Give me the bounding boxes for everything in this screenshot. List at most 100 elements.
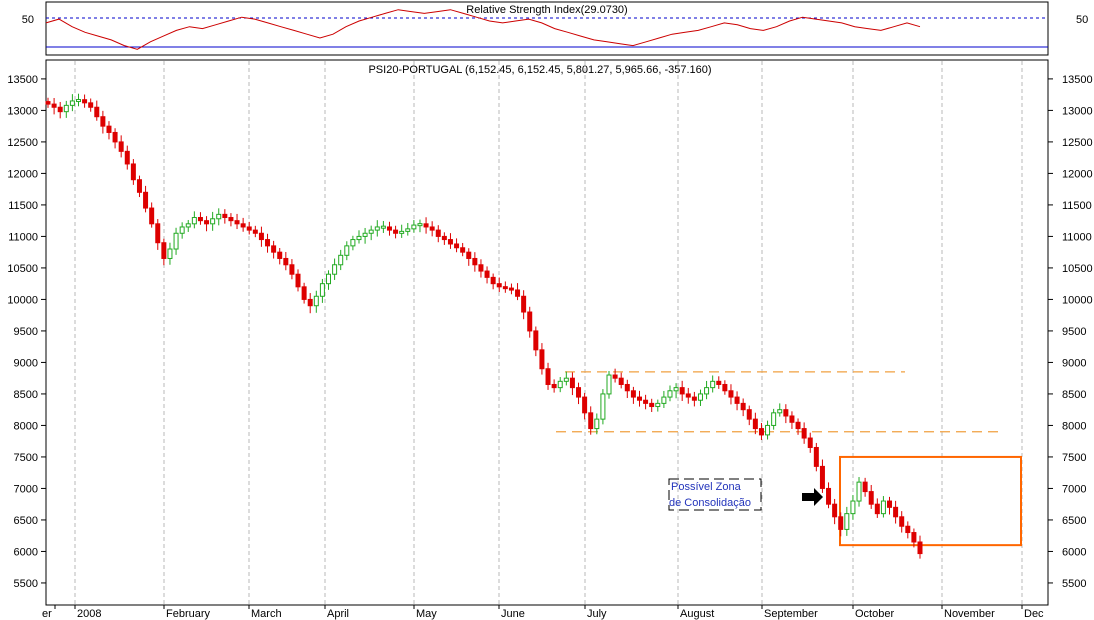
candle-body [691,396,697,401]
y-tick-label-right: 5500 [1062,578,1086,590]
y-tick-label-left: 13000 [7,105,38,117]
candle-body [600,393,606,420]
candle-body [106,125,112,133]
candle-body [167,248,173,259]
candle-body [557,380,563,389]
y-tick-label-right: 6500 [1062,515,1086,527]
candle-body [911,532,917,543]
candle-body [704,387,710,395]
candle-body [722,383,728,392]
candle-body [661,396,667,404]
candle-body [405,228,411,232]
candle-body [204,220,210,225]
candle-body [271,245,277,253]
candle-body [88,102,94,108]
candle-body [893,506,899,518]
y-tick-label-left: 10000 [7,294,38,306]
x-tick-label: Dec [1024,608,1044,620]
candle-body [813,446,819,467]
candle-body [582,396,588,414]
x-tick-label: August [680,608,714,620]
candle-body [606,374,612,395]
y-tick-label-left: 12500 [7,137,38,149]
candle-body [844,513,850,530]
candle-body [521,295,527,313]
candle-body [533,330,539,351]
candle-body [508,287,514,291]
y-tick-label-left: 11500 [8,200,38,212]
y-tick-label-left: 7000 [14,483,38,495]
y-tick-label-left: 10500 [7,263,38,275]
candle-body [380,225,386,229]
rsi-right-tick-label: 50 [1076,14,1088,26]
candle-body [832,503,838,518]
candle-body [850,500,856,515]
x-tick-label: 2008 [77,608,101,620]
rsi-title: Relative Strength Index(29.0730) [466,4,627,16]
candle-body [551,383,557,389]
candle-body [173,232,179,250]
y-tick-label-left: 11000 [8,231,38,243]
candle-body [490,276,496,285]
candle-body [826,487,832,505]
note-line-1: Possível Zona [671,481,742,493]
candle-body [234,220,240,225]
candle-body [374,226,380,231]
candle-body [246,226,252,231]
candle-body [82,99,88,104]
candle-body [740,402,746,411]
candle-body [454,243,460,249]
candle-body [386,226,392,231]
candle-body [527,311,533,332]
y-tick-label-left: 12000 [7,168,38,180]
x-tick-label: February [166,608,211,620]
candle-body [435,229,441,237]
candle-body [356,235,362,241]
candle-body [307,298,313,307]
y-tick-label-left: 13500 [7,74,38,86]
candle-body [716,380,722,385]
y-tick-label-right: 9000 [1062,357,1086,369]
candle-body [265,239,271,247]
candle-body [155,223,161,244]
candle-body [228,217,234,222]
candle-body [112,131,118,143]
candle-body [69,100,75,106]
candle-body [130,163,136,181]
candle-body [94,106,100,118]
note-line-2: de Consolidação [669,497,751,509]
candle-body [667,390,673,398]
candle-body [136,179,142,193]
y-tick-label-left: 7500 [14,452,38,464]
candle-body [515,289,521,297]
candle-body [636,396,642,401]
y-tick-label-right: 7500 [1062,452,1086,464]
y-tick-label-right: 8500 [1062,389,1086,401]
candle-body [576,387,582,398]
y-tick-label-right: 7000 [1062,483,1086,495]
candle-body [338,254,344,266]
chart-canvas: Relative Strength Index(29.0730) 50 50 P… [7,1,1093,620]
x-tick-label: May [416,608,437,620]
candle-body [856,481,862,502]
candle-body [289,264,295,275]
candle-body [545,368,551,385]
candle-body [350,239,356,247]
candle-body [222,213,228,219]
y-tick-label-right: 10500 [1062,263,1093,275]
candle-body [344,245,350,256]
candle-body [240,223,246,228]
candle-body [679,387,685,395]
candle-body [423,223,429,228]
candle-body [758,428,764,436]
candle-body [862,481,868,493]
price-frame [45,59,1049,606]
y-tick-label-right: 6000 [1062,546,1086,558]
candle-body [771,412,777,426]
y-tick-label-right: 10000 [1062,294,1093,306]
x-tick-label: June [501,608,525,620]
candle-body [777,409,783,414]
candle-body [472,257,478,266]
rsi-panel: Relative Strength Index(29.0730) 50 50 [22,1,1088,56]
candle-body [417,223,423,227]
